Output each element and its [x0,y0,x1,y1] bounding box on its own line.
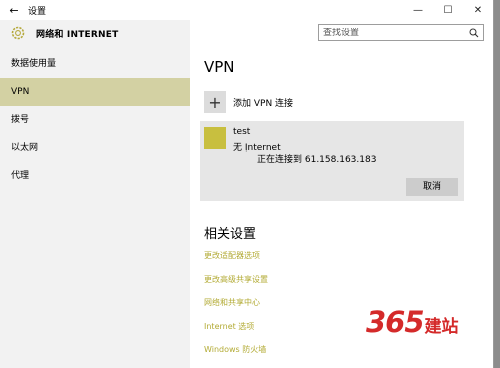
link-adapter-options[interactable]: 更改适配器选项 [204,250,268,274]
section-heading-vpn: VPN [204,58,235,76]
search-input[interactable] [319,27,465,38]
sidebar-item-data-usage[interactable]: 数据使用量 [0,50,190,78]
search-box[interactable] [318,24,484,41]
link-windows-firewall[interactable]: Windows 防火墙 [204,344,268,368]
related-links: 更改适配器选项 更改高级共享设置 网络和共享中心 Internet 选项 Win… [204,250,268,368]
link-advanced-sharing[interactable]: 更改高级共享设置 [204,274,268,298]
page-header: 网络和 INTERNET [0,20,190,46]
add-vpn-label: 添加 VPN 连接 [233,98,294,109]
sidebar-nav: 数据使用量 VPN 拨号 以太网 代理 [0,50,190,190]
sidebar: 网络和 INTERNET 数据使用量 VPN 拨号 以太网 代理 [0,20,190,368]
settings-window: ← 设置 — ☐ ✕ 网络和 INTERNET 数据使用量 VPN 拨号 以太网… [0,0,494,368]
page-title: 网络和 INTERNET [36,29,119,40]
vpn-connection-card[interactable]: test 无 Internet · 正在连接到 61.158.163.183 取… [200,121,464,201]
link-network-sharing-center[interactable]: 网络和共享中心 [204,297,268,321]
main-content: VPN + 添加 VPN 连接 [204,44,474,114]
background-edge [494,0,500,368]
search-icon[interactable] [465,25,483,40]
related-settings-heading: 相关设置 [204,227,257,242]
progress-dots-icon: · [245,147,248,156]
cancel-button[interactable]: 取消 [406,178,458,196]
watermark-number: 365 [366,305,425,339]
sidebar-item-proxy[interactable]: 代理 [0,162,190,190]
sidebar-item-vpn[interactable]: VPN [0,78,190,106]
plus-icon: + [204,91,226,113]
maximize-button[interactable]: ☐ [433,5,463,16]
vpn-tile-icon [204,127,226,149]
vpn-connecting-status: 正在连接到 61.158.163.183 [257,155,377,165]
title-bar: ← 设置 — ☐ ✕ [0,0,493,20]
close-button[interactable]: ✕ [463,5,493,16]
minimize-button[interactable]: — [403,5,433,16]
link-internet-options[interactable]: Internet 选项 [204,321,268,345]
back-arrow-icon[interactable]: ← [0,4,28,17]
add-vpn-button[interactable]: + 添加 VPN 连接 [204,90,474,114]
gear-icon [11,26,25,40]
watermark-text: 建站 [424,317,459,337]
vpn-connection-name: test [233,127,251,137]
sidebar-item-dialup[interactable]: 拨号 [0,106,190,134]
window-title: 设置 [28,6,47,17]
sidebar-item-ethernet[interactable]: 以太网 [0,134,190,162]
watermark-logo: 365 建站 [366,305,459,339]
